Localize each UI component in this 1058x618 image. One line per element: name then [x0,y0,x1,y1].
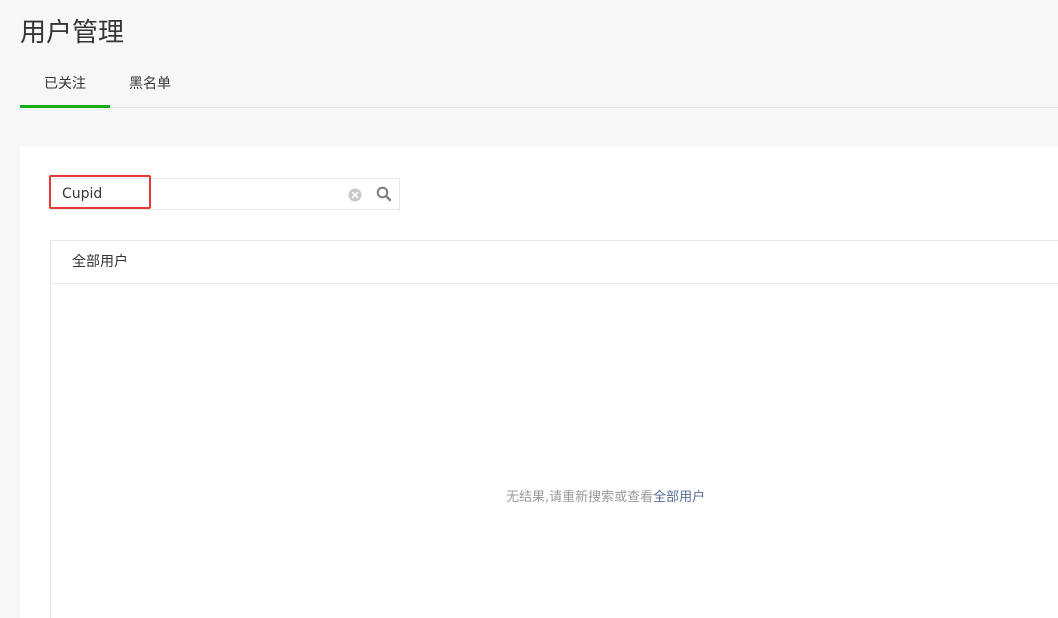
search-icon[interactable] [376,186,392,202]
tab-followed[interactable]: 已关注 [20,62,110,108]
empty-tip: 无结果,请重新搜索或查看全部用户 [506,486,705,505]
tab-blacklist[interactable]: 黑名单 [128,62,172,106]
user-list-panel: 全部用户 无结果,请重新搜索或查看全部用户 [50,240,1058,618]
search-input[interactable] [51,179,342,209]
empty-text: 无结果,请重新搜索或查看 [506,490,654,505]
content-card: 全部用户 无结果,请重新搜索或查看全部用户 [20,147,1058,618]
search-box [50,178,400,210]
page-title: 用户管理 [20,18,125,48]
clear-icon[interactable] [348,187,362,202]
panel-header: 全部用户 [51,241,1058,284]
tab-bar: 已关注 黑名单 [20,62,1058,108]
all-users-link[interactable]: 全部用户 [653,490,705,505]
